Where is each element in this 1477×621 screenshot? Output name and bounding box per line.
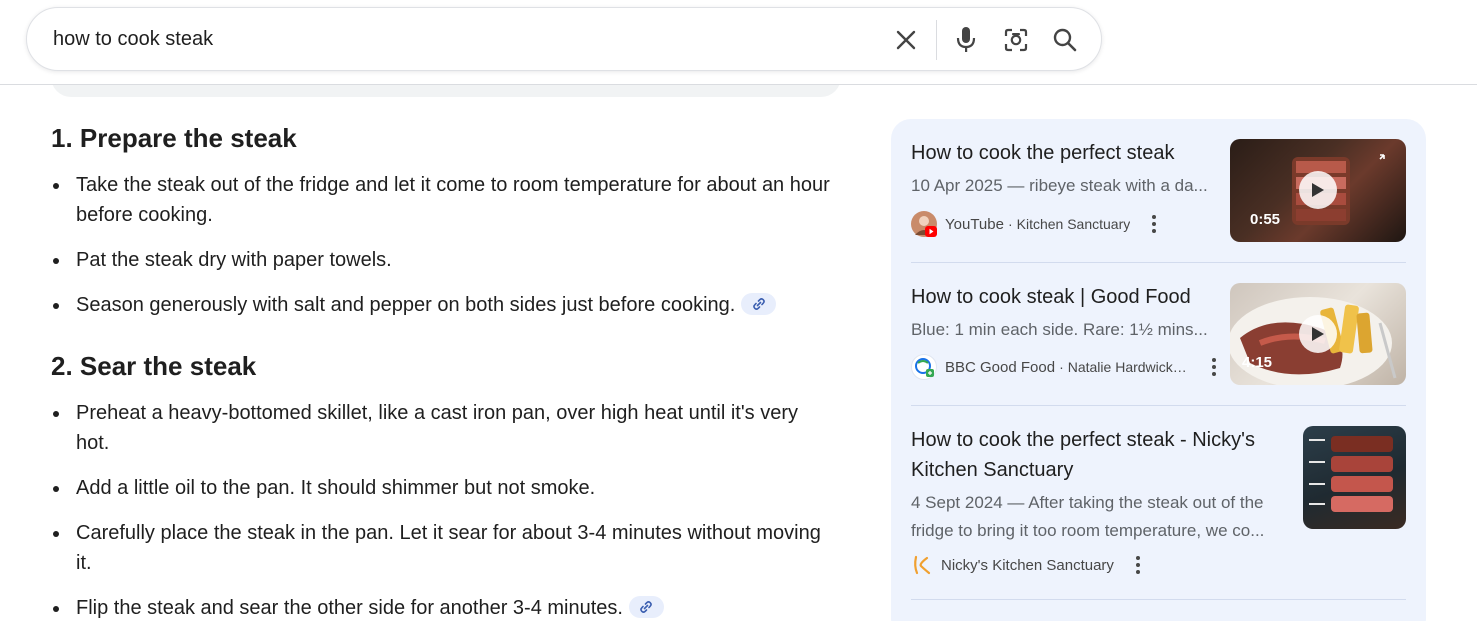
ai-answer: 1. Prepare the steak Take the steak out …	[51, 120, 831, 621]
result-title[interactable]: How to cook the perfect steak	[911, 138, 1211, 168]
result-source: Nicky's Kitchen Sanctuary	[911, 553, 1406, 577]
bullet-text: Carefully place the steak in the pan. Le…	[76, 522, 821, 574]
play-icon[interactable]	[1299, 315, 1337, 353]
camera-lens-icon[interactable]	[1001, 25, 1031, 55]
list-item: Pat the steak dry with paper towels.	[51, 245, 831, 275]
result-snippet-line2: fridge to bring it too room temperature,…	[911, 521, 1265, 540]
source-channel: Natalie Hardwick – BBC	[1067, 359, 1190, 375]
prepare-steps-list: Take the steak out of the fridge and let…	[51, 170, 831, 320]
source-separator: ·	[1007, 216, 1013, 232]
link-icon	[640, 600, 653, 613]
source-name: YouTube	[945, 215, 1004, 233]
search-divider	[936, 20, 937, 60]
video-thumbnail[interactable]: 4:15	[1230, 283, 1406, 385]
source-separator: ·	[1059, 359, 1064, 375]
youtube-icon	[915, 216, 937, 237]
list-item: Add a little oil to the pan. It should s…	[51, 473, 831, 503]
bullet-text: Flip the steak and sear the other side f…	[76, 597, 623, 619]
result-thumbnail[interactable]	[1303, 426, 1406, 529]
result-divider	[911, 405, 1406, 406]
video-duration: 0:55	[1250, 211, 1281, 228]
microphone-icon[interactable]	[951, 25, 981, 55]
section-heading-sear: 2. Sear the steak	[51, 351, 257, 381]
more-options-icon[interactable]	[1144, 212, 1164, 236]
source-name: Nicky's Kitchen Sanctuary	[941, 556, 1114, 574]
source-favicon	[911, 554, 933, 576]
more-options-icon[interactable]	[1204, 355, 1224, 379]
result-snippet-line1: 4 Sept 2024 — After taking the steak out…	[911, 493, 1264, 512]
result-snippet: 10 Apr 2025 — ribeye steak with a da...	[911, 176, 1208, 195]
video-thumbnail[interactable]: 0:55	[1230, 139, 1406, 242]
result-title[interactable]: How to cook steak | Good Food	[911, 282, 1211, 312]
link-icon	[752, 297, 765, 310]
search-query[interactable]: how to cook steak	[53, 28, 213, 51]
source-favicon	[911, 354, 937, 380]
source-name: BBC Good Food	[945, 358, 1056, 376]
bullet-text: Add a little oil to the pan. It should s…	[76, 477, 596, 499]
steak-doneness-image	[1309, 436, 1393, 512]
youtube-channel-avatar	[911, 211, 937, 237]
more-options-icon[interactable]	[1128, 553, 1148, 577]
result-title[interactable]: How to cook the perfect steak - Nicky's …	[911, 425, 1291, 485]
source-link-chip[interactable]	[628, 595, 664, 618]
search-header: how to cook steak	[0, 0, 1477, 85]
list-item: Preheat a heavy-bottomed skillet, like a…	[51, 398, 831, 458]
play-icon[interactable]	[1299, 171, 1337, 209]
bullet-text: Season generously with salt and pepper o…	[76, 294, 736, 316]
nickys-kitchen-icon	[914, 555, 931, 575]
section-heading-prepare: 1. Prepare the steak	[51, 123, 297, 153]
sear-steps-list: Preheat a heavy-bottomed skillet, like a…	[51, 398, 831, 621]
list-item: Season generously with salt and pepper o…	[51, 290, 831, 320]
list-item: Flip the steak and sear the other side f…	[51, 593, 831, 621]
bullet-text: Preheat a heavy-bottomed skillet, like a…	[76, 402, 798, 454]
list-item: Take the steak out of the fridge and let…	[51, 170, 831, 230]
bullet-text: Take the steak out of the fridge and let…	[76, 174, 830, 226]
source-link-chip[interactable]	[741, 292, 777, 315]
result-divider	[911, 599, 1406, 600]
search-box[interactable]: how to cook steak	[26, 7, 1102, 71]
clear-icon[interactable]	[891, 25, 921, 55]
search-icon[interactable]	[1050, 25, 1080, 55]
result-snippet: Blue: 1 min each side. Rare: 1½ mins...	[911, 320, 1208, 339]
result-divider	[911, 262, 1406, 263]
video-duration: 4:15	[1242, 354, 1273, 371]
bullet-text: Pat the steak dry with paper towels.	[76, 249, 392, 271]
sources-panel: How to cook the perfect steak 10 Apr 202…	[891, 119, 1426, 621]
source-channel: Kitchen Sanctuary	[1016, 216, 1131, 232]
list-item: Carefully place the steak in the pan. Le…	[51, 518, 831, 578]
bbc-good-food-icon	[915, 358, 934, 377]
